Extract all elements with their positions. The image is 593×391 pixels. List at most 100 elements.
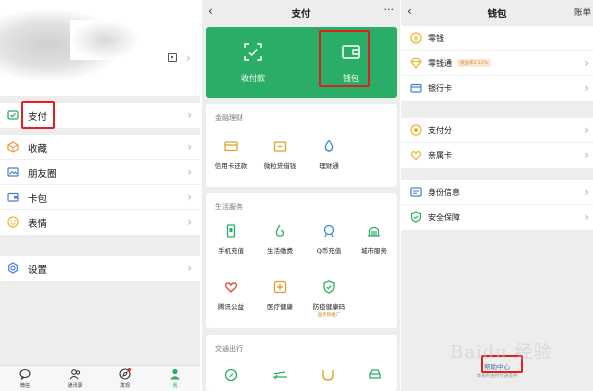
health-code-icon (323, 280, 335, 294)
chevron-right-icon: › (584, 56, 589, 70)
more-button[interactable]: ··· (384, 3, 395, 16)
receive-pay-label: 收付款 (241, 74, 265, 83)
health-item[interactable]: 医疗健康 (257, 280, 303, 311)
item-sublabel: 国务院推广 (317, 313, 341, 318)
chevron-right-icon: › (187, 215, 192, 229)
wallet-item-pay-score[interactable]: 支付分 › (401, 118, 593, 143)
section-header: 金融理财 (215, 114, 243, 122)
credit-card-icon (224, 141, 238, 152)
tab-me[interactable]: 我 (150, 368, 200, 389)
diamond-icon (410, 57, 422, 69)
bike-icon[interactable] (321, 368, 335, 382)
wallet-item-licaitong[interactable]: 零钱通 收益率2.11% › (401, 51, 593, 76)
nickname-blurred (70, 20, 140, 60)
highlight-box (319, 30, 370, 87)
discover-icon (119, 368, 131, 380)
wallet-panel: ‹ 钱包 账单 零钱 零钱通 收益率2.11% › 银行卡 › 支付分 › 亲属… (401, 0, 593, 391)
pay-score-icon (410, 124, 422, 136)
wallet-item-label: 零钱 (428, 34, 444, 43)
item-label: 理财通 (319, 162, 339, 170)
bill-button[interactable]: 账单 (574, 6, 591, 18)
bottom-tab-bar: 微信 通讯录 发现 我 (0, 365, 200, 391)
tab-label: 发现 (119, 383, 130, 389)
qr-code-icon[interactable] (168, 53, 177, 62)
highlight-box (21, 101, 55, 129)
health-code-item[interactable]: 防疫健康码 国务院推广 (306, 280, 352, 318)
wallet-item-family-card[interactable]: 亲属卡 › (401, 143, 593, 168)
pay-panel: ‹ 支付 ··· 收付款 钱包 金融理财 信用卡还款 微粒贷借钱 理财通 生活服… (202, 0, 400, 391)
chevron-right-icon: › (186, 51, 191, 65)
wealth-icon (324, 139, 334, 152)
settings-icon (8, 262, 18, 274)
wallet-item-identity[interactable]: 身份信息 › (401, 180, 593, 205)
menu-label: 卡包 (28, 194, 48, 205)
security-icon (410, 211, 422, 223)
city-icon (368, 226, 380, 237)
item-label: 生活缴费 (267, 247, 293, 255)
section-header: 生活服务 (215, 203, 243, 211)
phone-topup-item[interactable]: 手机充值 (208, 224, 254, 255)
chevron-right-icon: › (584, 148, 589, 162)
credit-card-repay-item[interactable]: 信用卡还款 (208, 139, 254, 170)
moments-icon (7, 167, 19, 177)
charity-icon (224, 282, 238, 293)
menu-label: 朋友圈 (28, 169, 57, 180)
health-icon (273, 280, 287, 294)
wealth-item[interactable]: 理财通 (306, 139, 352, 170)
page-title: 钱包 (487, 9, 507, 20)
transport-section: 交通出行 (206, 335, 397, 391)
utility-item[interactable]: 生活缴费 (257, 224, 303, 255)
qcoin-item[interactable]: Q币充值 (306, 224, 352, 255)
wallet-item-label: 身份信息 (428, 188, 460, 197)
wallet-item-label: 支付分 (428, 126, 452, 135)
chevron-right-icon: › (187, 108, 192, 122)
menu-item-favorites[interactable]: 收藏 › (0, 135, 200, 160)
item-label: 城市服务 (361, 247, 387, 255)
bank-card-icon (410, 83, 422, 93)
wallet-group-identity: 身份信息 › 安全保障 › (401, 180, 593, 230)
page-title: 支付 (291, 9, 311, 20)
sticker-icon (7, 216, 19, 228)
tab-chats[interactable]: 微信 (0, 368, 50, 389)
menu-label: 收藏 (28, 144, 48, 155)
menu-item-settings[interactable]: 设置 › (0, 256, 200, 281)
car-icon[interactable] (368, 368, 382, 382)
item-label: Q币充值 (316, 247, 342, 255)
chevron-right-icon: › (584, 185, 589, 199)
chevron-right-icon: › (187, 165, 192, 179)
chevron-right-icon: › (584, 81, 589, 95)
menu-item-cards[interactable]: 卡包 › (0, 185, 200, 210)
pay-icon (7, 110, 19, 120)
transit-icon[interactable] (224, 368, 238, 382)
train-icon[interactable] (272, 370, 288, 380)
menu-item-moments[interactable]: 朋友圈 › (0, 160, 200, 185)
receive-pay-button[interactable]: 收付款 (228, 42, 278, 84)
profile-header[interactable]: › (0, 0, 200, 96)
wallet-item-change[interactable]: 零钱 (401, 26, 593, 51)
wallet-item-security[interactable]: 安全保障 › (401, 205, 593, 230)
loan-item[interactable]: 微粒贷借钱 (257, 139, 303, 170)
chevron-right-icon: › (584, 123, 589, 137)
menu-group: 收藏 › 朋友圈 › 卡包 › 表情 › (0, 135, 200, 235)
item-label: 医疗健康 (267, 303, 293, 311)
section-header: 交通出行 (215, 345, 243, 353)
wallet-item-label: 零钱通 (428, 59, 452, 68)
chevron-right-icon: › (187, 261, 192, 275)
tab-label: 通讯录 (67, 383, 83, 389)
yield-badge: 收益率2.11% (457, 59, 491, 67)
item-label: 腾讯公益 (218, 303, 244, 311)
life-services-section: 生活服务 手机充值 生活缴费 Q币充值 城市服务 腾讯公益 医疗健康 防疫健康码… (206, 193, 397, 328)
finance-section: 金融理财 信用卡还款 微粒贷借钱 理财通 (206, 104, 397, 187)
wallet-item-bank-card[interactable]: 银行卡 › (401, 76, 593, 101)
wallet-item-label: 亲属卡 (428, 151, 452, 160)
favorites-icon (7, 141, 19, 153)
item-label: 防疫健康码 (312, 303, 346, 311)
charity-item[interactable]: 腾讯公益 (208, 280, 254, 311)
tab-contacts[interactable]: 通讯录 (50, 368, 100, 389)
tab-discover[interactable]: 发现 (100, 368, 150, 389)
city-services-item[interactable]: 城市服务 (351, 224, 397, 255)
item-label: 微粒贷借钱 (263, 162, 297, 170)
menu-item-stickers[interactable]: 表情 › (0, 210, 200, 235)
menu-label: 设置 (28, 265, 48, 276)
menu-label: 表情 (28, 219, 48, 230)
